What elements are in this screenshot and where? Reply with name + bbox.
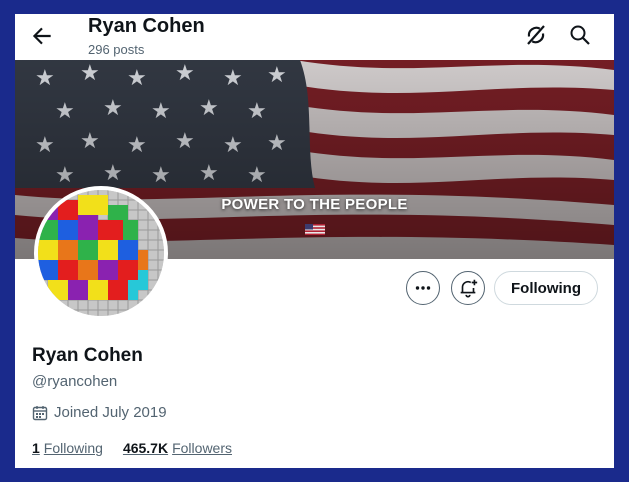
profile-header: Ryan Cohen 296 posts [15,14,614,60]
flag-icon [305,222,325,235]
join-date-text: Joined July 2019 [54,404,167,421]
calendar-icon [32,405,48,420]
following-text: Following [43,440,103,456]
notification-button[interactable] [451,271,485,305]
grok-icon[interactable] [524,23,548,47]
join-date: Joined July 2019 [32,404,167,421]
profile-name: Ryan Cohen [32,345,143,366]
following-link[interactable]: 1 Following [32,440,103,456]
notification-bell-icon [460,279,478,298]
following-button[interactable]: Following [494,271,598,305]
followers-text: Followers [172,440,232,456]
followers-count: 465.7K [122,440,169,456]
more-icon [415,286,431,290]
profile-window: Ryan Cohen 296 posts POWER TO THE PEOPLE… [15,14,614,468]
more-button[interactable] [406,271,440,305]
follow-stats: 1 Following 465.7K Followers [32,440,252,456]
followers-link[interactable]: 465.7K Followers [123,440,232,456]
following-count: 1 [32,440,40,456]
post-count: 296 posts [88,42,145,57]
avatar[interactable] [34,186,168,320]
search-icon[interactable] [568,23,592,47]
profile-handle: @ryancohen [32,373,118,390]
back-arrow-icon[interactable] [29,23,55,49]
page-title: Ryan Cohen [88,15,205,37]
